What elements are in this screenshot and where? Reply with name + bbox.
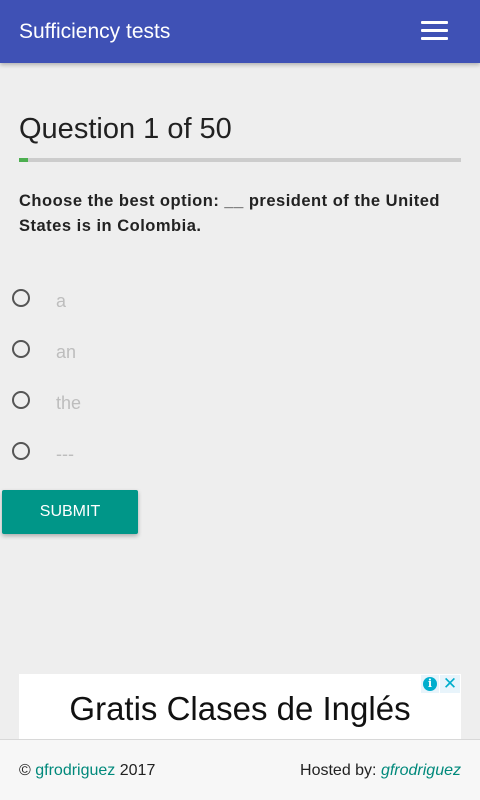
host-link[interactable]: gfrodriguez [381,762,461,779]
option-none[interactable]: --- [0,437,480,483]
quiz-progress-bar [19,158,461,162]
app-title: Sufficiency tests [19,20,171,43]
hamburger-menu-icon[interactable] [410,12,458,50]
radio-unchecked-icon[interactable] [12,340,30,358]
quiz-progress-fill [19,158,28,162]
ad-banner[interactable]: Gratis Clases de Inglés i ✕ [19,674,461,744]
app-bar: Sufficiency tests [0,0,480,63]
question-text: Choose the best option: __ president of … [19,192,441,235]
ad-close-icon[interactable]: ✕ [440,675,460,693]
author-link[interactable]: gfrodriguez [35,762,115,779]
option-label: the [56,393,82,413]
footer-copyright: © gfrodriguez 2017 [19,762,155,780]
ad-info-glyph: i [423,677,437,691]
radio-unchecked-icon[interactable] [12,391,30,409]
hosted-by-label: Hosted by: [300,762,377,779]
radio-unchecked-icon[interactable] [12,289,30,307]
footer: © gfrodriguez 2017 Hosted by: gfrodrigue… [0,739,480,800]
copyright-year: 2017 [119,762,156,779]
option-label: an [56,342,77,362]
submit-button[interactable]: SUBMIT [2,490,138,534]
menu-bar-line [421,29,448,32]
option-label: --- [56,444,74,464]
menu-bar-line [421,21,448,24]
copyright-symbol: © [19,762,31,779]
option-a[interactable]: a [0,284,480,330]
option-label: a [56,291,67,311]
menu-bar-line [421,37,448,40]
question-counter-heading: Question 1 of 50 [19,113,232,145]
radio-unchecked-icon[interactable] [12,442,30,460]
ad-info-icon[interactable]: i [421,675,439,693]
option-an[interactable]: an [0,335,480,381]
footer-hosted: Hosted by: gfrodriguez [300,762,461,780]
ad-text[interactable]: Gratis Clases de Inglés [19,690,461,728]
option-the[interactable]: the [0,386,480,432]
